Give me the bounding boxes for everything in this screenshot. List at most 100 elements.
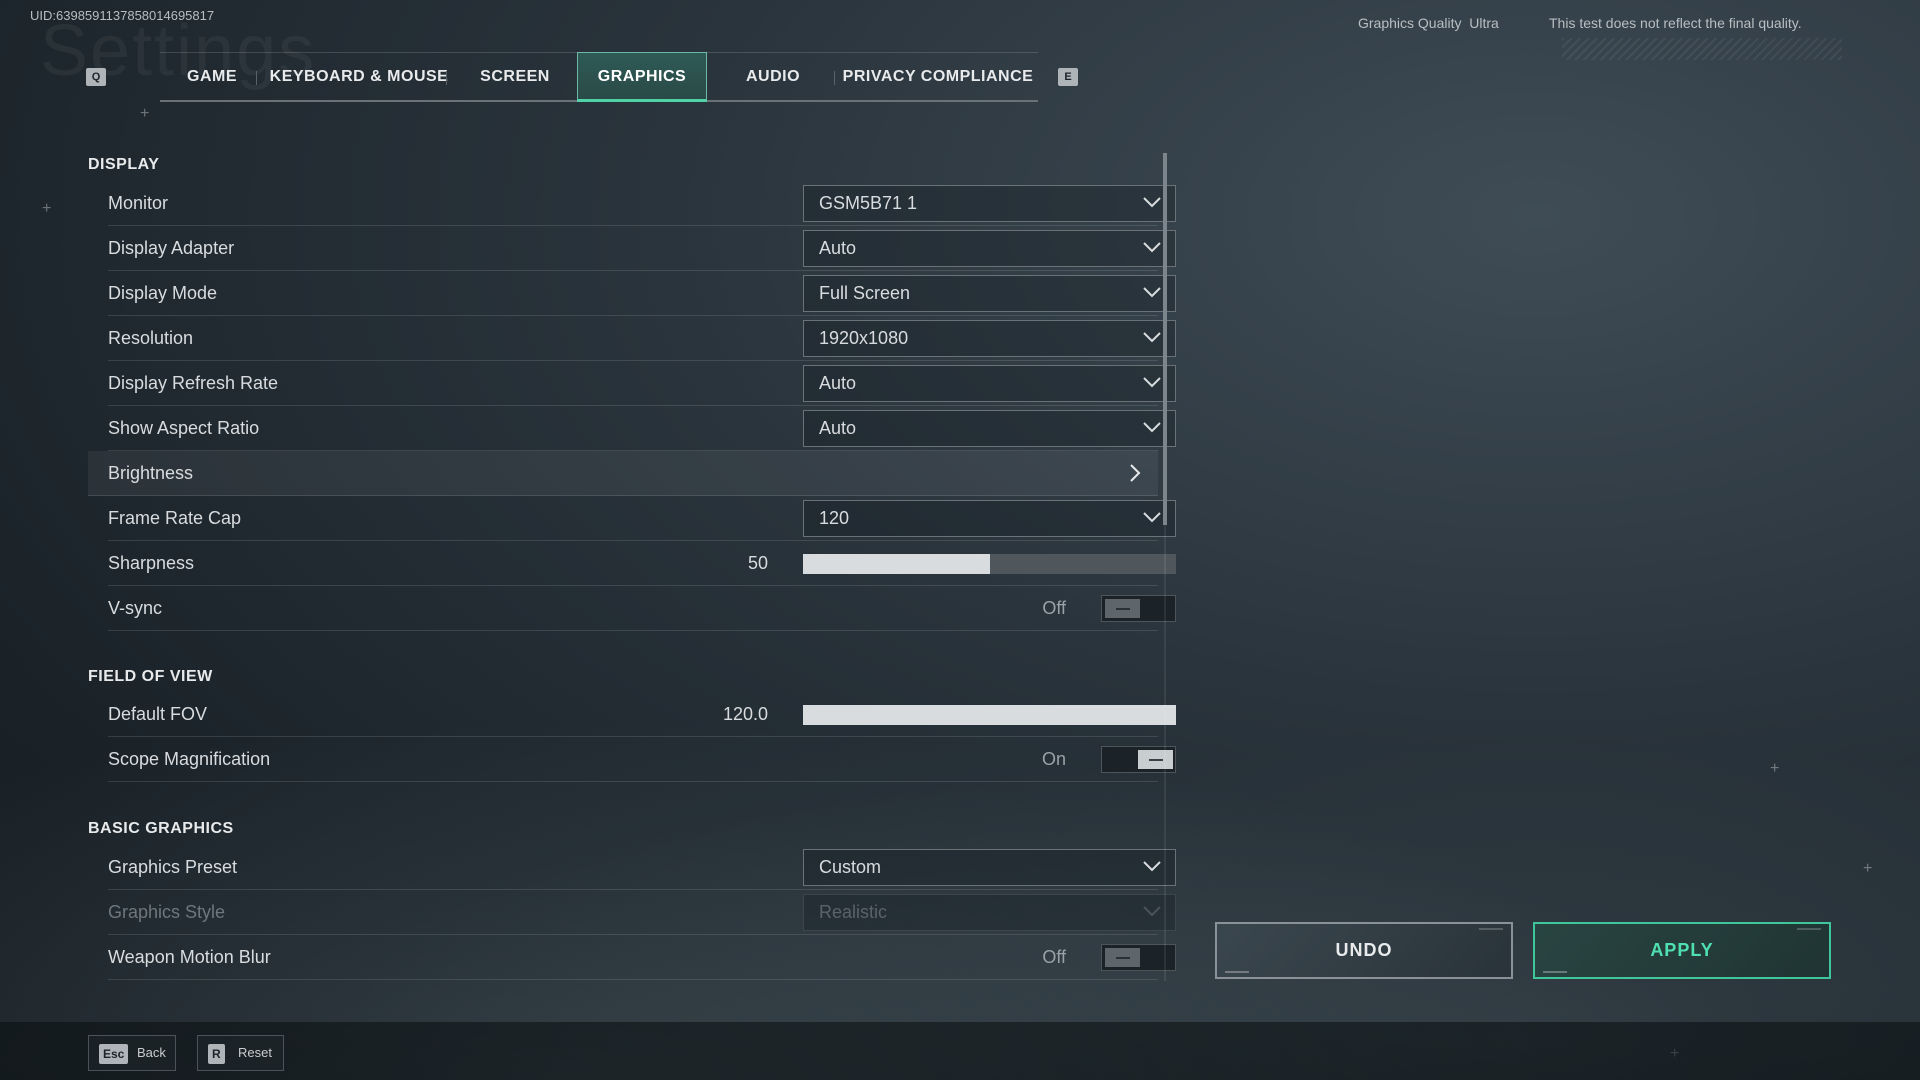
- chevron-down-icon: [1143, 377, 1161, 388]
- undo-button[interactable]: UNDO: [1215, 922, 1513, 979]
- setting-label: Sharpness: [108, 553, 195, 573]
- dropdown-value: Auto: [819, 418, 857, 438]
- monitor-dropdown[interactable]: GSM5B71 1: [803, 185, 1176, 222]
- setting-row-monitor[interactable]: Monitor GSM5B71 1: [108, 181, 1176, 226]
- setting-label: Default FOV: [108, 704, 208, 724]
- setting-row-weapon-motion-blur[interactable]: Weapon Motion Blur Off: [108, 935, 1176, 980]
- setting-row-default-fov[interactable]: Default FOV 120.0: [108, 692, 1176, 737]
- chevron-right-icon: [1130, 464, 1141, 482]
- slider-value: 120.0: [722, 704, 768, 724]
- frame-rate-cap-dropdown[interactable]: 120: [803, 500, 1176, 537]
- display-mode-dropdown[interactable]: Full Screen: [803, 275, 1176, 312]
- setting-row-graphics-preset[interactable]: Graphics Preset Custom: [108, 845, 1176, 890]
- toggle-knob: [1138, 750, 1173, 769]
- apply-button[interactable]: APPLY: [1533, 922, 1831, 979]
- section-display-title: DISPLAY: [88, 156, 160, 173]
- footer-bar: Esc Back R Reset: [0, 1022, 1920, 1080]
- section-basic-graphics-title: BASIC GRAPHICS: [88, 820, 234, 837]
- tab-next-key[interactable]: E: [1058, 68, 1078, 86]
- slider-fill: [803, 705, 1176, 725]
- setting-label: Graphics Preset: [108, 857, 238, 877]
- refresh-rate-dropdown[interactable]: Auto: [803, 365, 1176, 402]
- graphics-quality-value: Ultra: [1469, 15, 1499, 31]
- reset-label: Reset: [238, 1045, 272, 1060]
- apply-button-label: APPLY: [1650, 940, 1714, 960]
- tab-bar: GAME KEYBOARD & MOUSE SCREEN GRAPHICS AU…: [160, 52, 1038, 102]
- setting-label: Show Aspect Ratio: [108, 418, 260, 438]
- setting-label: Graphics Style: [108, 902, 226, 922]
- tab-separator: [446, 71, 447, 85]
- tab-game[interactable]: GAME: [160, 53, 264, 101]
- setting-row-sharpness[interactable]: Sharpness 50: [108, 541, 1176, 586]
- graphics-quality-indicator: Graphics Quality Ultra: [1358, 15, 1499, 31]
- setting-row-vsync[interactable]: V-sync Off: [108, 586, 1176, 631]
- toggle-knob: [1105, 599, 1140, 618]
- dropdown-value: 120: [819, 508, 850, 528]
- setting-row-aspect-ratio[interactable]: Show Aspect Ratio Auto: [108, 406, 1176, 451]
- sharpness-slider[interactable]: [803, 554, 1176, 574]
- setting-label: Frame Rate Cap: [108, 508, 242, 528]
- dropdown-value: Auto: [819, 238, 857, 258]
- setting-row-resolution[interactable]: Resolution 1920x1080: [108, 316, 1176, 361]
- graphics-preset-dropdown[interactable]: Custom: [803, 849, 1176, 886]
- chevron-down-icon: [1143, 906, 1161, 917]
- section-fov-title: FIELD OF VIEW: [88, 668, 213, 685]
- chevron-down-icon: [1143, 512, 1161, 523]
- toggle-knob: [1105, 948, 1140, 967]
- toggle-state-text: Off: [1042, 598, 1066, 618]
- decorative-hatch: [1562, 38, 1842, 60]
- decorative-crosshair: +: [140, 105, 150, 122]
- undo-button-label: UNDO: [1335, 940, 1393, 960]
- setting-label: V-sync: [108, 598, 163, 618]
- setting-row-display-mode[interactable]: Display Mode Full Screen: [108, 271, 1176, 316]
- tab-screen[interactable]: SCREEN: [454, 53, 576, 101]
- setting-row-frame-rate-cap[interactable]: Frame Rate Cap 120: [108, 496, 1176, 541]
- dropdown-value: Custom: [819, 857, 882, 877]
- tab-prev-key[interactable]: Q: [86, 68, 106, 86]
- reset-button[interactable]: R Reset: [197, 1035, 284, 1071]
- dropdown-value: Auto: [819, 373, 857, 393]
- decorative-crosshair: +: [42, 200, 52, 217]
- setting-label: Display Refresh Rate: [108, 373, 279, 393]
- decorative-crosshair: +: [1863, 860, 1873, 877]
- chevron-down-icon: [1143, 332, 1161, 343]
- setting-label: Scope Magnification: [108, 749, 271, 769]
- uid-label: UID:6398591137858014695817: [30, 8, 215, 23]
- setting-label: Brightness: [108, 463, 194, 483]
- aspect-ratio-dropdown[interactable]: Auto: [803, 410, 1176, 447]
- chevron-down-icon: [1143, 287, 1161, 298]
- tab-privacy-compliance[interactable]: PRIVACY COMPLIANCE: [838, 53, 1038, 101]
- toggle-state-text: On: [1041, 749, 1066, 769]
- fov-slider[interactable]: [803, 705, 1176, 725]
- button-decoration: [1543, 971, 1567, 973]
- setting-label: Display Adapter: [108, 238, 235, 258]
- setting-row-display-adapter[interactable]: Display Adapter Auto: [108, 226, 1176, 271]
- graphics-style-dropdown: Realistic: [803, 894, 1176, 931]
- button-decoration: [1225, 971, 1249, 973]
- setting-row-brightness[interactable]: Brightness: [88, 451, 1158, 496]
- resolution-dropdown[interactable]: 1920x1080: [803, 320, 1176, 357]
- graphics-quality-label: Graphics Quality: [1358, 15, 1462, 31]
- tab-graphics[interactable]: GRAPHICS: [577, 52, 707, 102]
- setting-label: Monitor: [108, 193, 169, 213]
- dropdown-value: GSM5B71 1: [819, 193, 918, 213]
- setting-label: Weapon Motion Blur: [108, 947, 271, 967]
- back-button[interactable]: Esc Back: [88, 1035, 176, 1071]
- slider-value: 50: [747, 553, 768, 573]
- scrollbar-thumb[interactable]: [1163, 153, 1167, 525]
- back-label: Back: [137, 1045, 166, 1060]
- tab-separator: [256, 71, 257, 85]
- chevron-down-icon: [1143, 242, 1161, 253]
- button-decoration: [1479, 928, 1503, 930]
- setting-row-refresh-rate[interactable]: Display Refresh Rate Auto: [108, 361, 1176, 406]
- tab-keyboard-mouse[interactable]: KEYBOARD & MOUSE: [264, 53, 454, 101]
- decorative-crosshair: +: [1770, 760, 1780, 777]
- display-adapter-dropdown[interactable]: Auto: [803, 230, 1176, 267]
- setting-label: Display Mode: [108, 283, 218, 303]
- chevron-down-icon: [1143, 861, 1161, 872]
- tab-audio[interactable]: AUDIO: [708, 53, 838, 101]
- quality-notice: This test does not reflect the final qua…: [1549, 15, 1802, 31]
- setting-row-scope-magnification[interactable]: Scope Magnification On: [108, 737, 1176, 782]
- esc-key-icon: Esc: [99, 1044, 129, 1064]
- chevron-down-icon: [1143, 422, 1161, 433]
